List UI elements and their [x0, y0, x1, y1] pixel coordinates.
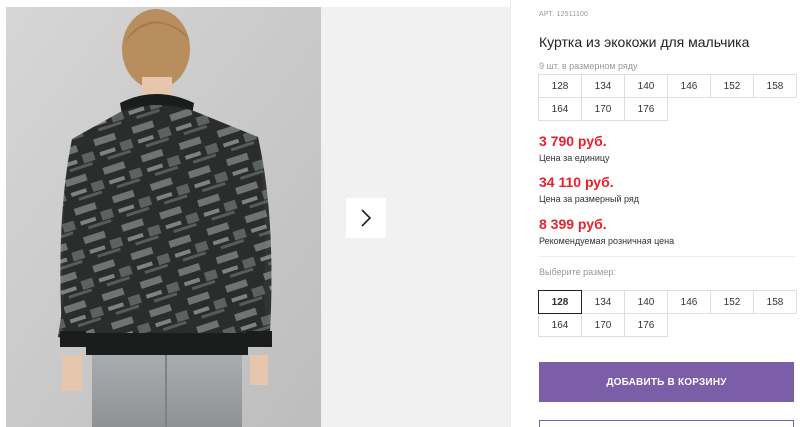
product-photo[interactable] — [6, 7, 321, 427]
size-option[interactable]: 152 — [710, 290, 754, 314]
add-to-cart-button[interactable]: ДОБАВИТЬ В КОРЗИНУ — [539, 362, 794, 402]
retail-price: 8 399 руб. — [539, 216, 607, 232]
size-select-grid: 128 134 140 146 152 158 164 170 176 — [538, 290, 797, 337]
size-option[interactable]: 134 — [581, 290, 625, 314]
size-option[interactable]: 158 — [753, 290, 797, 314]
size-option[interactable]: 170 — [581, 313, 625, 337]
product-title: Куртка из экокожи для мальчика — [539, 34, 750, 50]
range-size-cell: 128 — [538, 74, 582, 98]
size-option[interactable]: 146 — [667, 290, 711, 314]
next-photo-button[interactable] — [346, 198, 386, 238]
size-option-selected[interactable]: 128 — [538, 290, 582, 314]
retail-price-label: Рекомендуемая розничная цена — [539, 236, 675, 246]
column-divider — [510, 0, 511, 427]
sku-label: АРТ. — [539, 11, 555, 18]
range-price: 34 110 руб. — [539, 174, 614, 190]
size-option[interactable]: 140 — [624, 290, 668, 314]
section-divider — [539, 256, 795, 257]
product-sku: АРТ. 12511100 — [539, 11, 588, 18]
secondary-button[interactable] — [539, 420, 794, 427]
range-price-label: Цена за размерный ряд — [539, 194, 640, 204]
jacket-photo-illustration — [6, 7, 321, 427]
range-size-cell: 176 — [624, 97, 668, 121]
range-size-cell: 164 — [538, 97, 582, 121]
sku-value: 12511100 — [556, 11, 589, 18]
size-option[interactable]: 176 — [624, 313, 668, 337]
range-size-cell: 170 — [581, 97, 625, 121]
chevron-right-icon — [361, 209, 372, 227]
range-note: 9 шт. в размерном ряду — [539, 61, 638, 71]
range-size-cell: 158 — [753, 74, 797, 98]
unit-price-label: Цена за единицу — [539, 153, 610, 163]
range-size-cell: 152 — [710, 74, 754, 98]
choose-size-label: Выберите размер: — [539, 267, 616, 277]
size-range-grid: 128 134 140 146 152 158 164 170 176 — [538, 74, 797, 121]
range-size-cell: 134 — [581, 74, 625, 98]
range-size-cell: 140 — [624, 74, 668, 98]
unit-price: 3 790 руб. — [539, 133, 607, 149]
range-size-cell: 146 — [667, 74, 711, 98]
product-gallery — [0, 0, 510, 427]
size-option[interactable]: 164 — [538, 313, 582, 337]
